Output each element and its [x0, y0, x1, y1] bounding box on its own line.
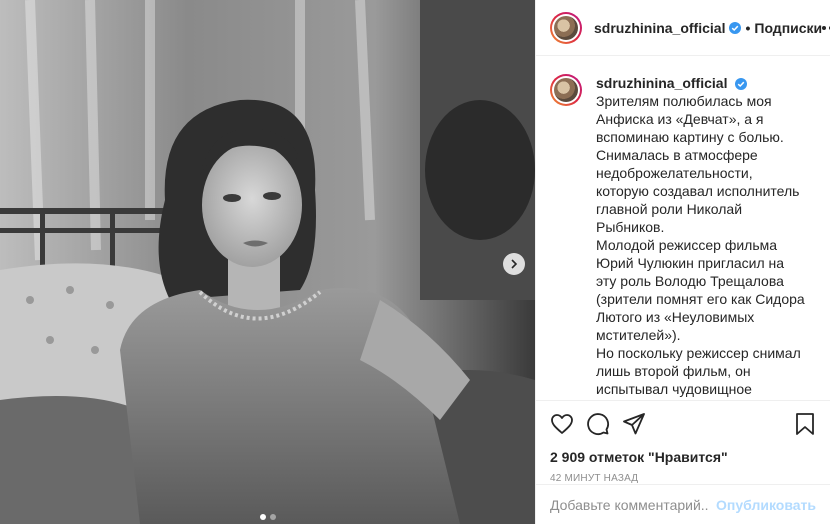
caption: sdruzhinina_official Зрителям полюбилась…	[550, 74, 816, 400]
comment-icon[interactable]	[586, 412, 610, 436]
carousel-dot	[269, 514, 276, 520]
chevron-right-icon	[509, 259, 519, 269]
post-actions: 2 909 отметок "Нравится" 42 МИНУТ НАЗАД	[536, 400, 830, 484]
post-side-panel: sdruzhinina_official • Подписки sdruzhin…	[535, 0, 830, 524]
verified-badge-icon	[729, 21, 742, 34]
comments-area[interactable]: sdruzhinina_official Зрителям полюбилась…	[536, 56, 830, 400]
bookmark-icon[interactable]	[794, 412, 816, 436]
carousel-next-button[interactable]	[503, 253, 525, 275]
photo-image	[0, 0, 535, 524]
carousel-indicator	[0, 514, 535, 520]
avatar[interactable]	[550, 11, 582, 44]
action-icons-row	[550, 411, 816, 437]
likes-count[interactable]: 2 909 отметок "Нравится"	[550, 449, 816, 465]
caption-paragraph: Молодой режиссер фильма Юрий Чулюкин при…	[596, 237, 805, 343]
more-options-icon[interactable]	[822, 22, 830, 34]
separator-dot: •	[745, 19, 751, 36]
username-link[interactable]: sdruzhinina_official	[594, 20, 725, 36]
heart-icon[interactable]	[550, 412, 574, 436]
following-button[interactable]: Подписки	[754, 20, 822, 36]
share-icon[interactable]	[622, 412, 646, 436]
verified-badge-icon	[735, 78, 748, 90]
caption-username-link[interactable]: sdruzhinina_official	[596, 75, 727, 91]
add-comment-form: Опубликовать	[536, 484, 830, 524]
post-photo[interactable]	[0, 0, 535, 524]
post-header: sdruzhinina_official • Подписки	[536, 0, 830, 56]
header-username-row: sdruzhinina_official • Подписки	[594, 20, 822, 36]
carousel-dot-active	[259, 514, 266, 520]
post-timestamp[interactable]: 42 МИНУТ НАЗАД	[550, 473, 816, 484]
caption-text: sdruzhinina_official Зрителям полюбилась…	[596, 74, 806, 400]
caption-paragraph: Зрителям полюбилась моя Анфиска из «Девч…	[596, 93, 784, 145]
publish-button[interactable]: Опубликовать	[708, 497, 816, 513]
caption-avatar[interactable]	[550, 74, 582, 106]
caption-paragraph: Но поскольку режиссер снимал лишь второй…	[596, 345, 801, 400]
comment-input[interactable]	[550, 496, 709, 513]
caption-paragraph: Снималась в атмосфере недоброжелательнос…	[596, 147, 800, 235]
